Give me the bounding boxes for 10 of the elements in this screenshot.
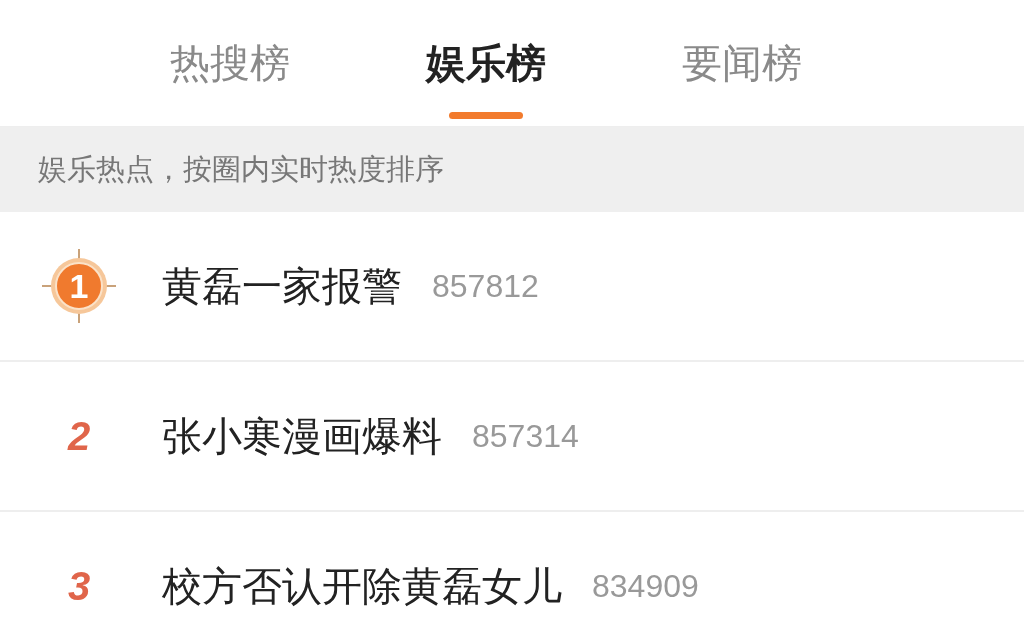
tab[interactable]: 娱乐榜 <box>426 38 546 126</box>
heat-count: 834909 <box>592 567 699 605</box>
notice-text: 娱乐热点，按圈内实时热度排序 <box>38 150 444 188</box>
topic-link[interactable]: 黄磊一家报警 <box>162 258 402 314</box>
topic-link[interactable]: 校方否认开除黄磊女儿 <box>162 558 562 614</box>
rank-number: 3 <box>67 563 91 609</box>
heat-count: 857812 <box>432 267 539 305</box>
heat-count: 857314 <box>472 417 579 455</box>
rank-number: 2 <box>67 413 91 459</box>
topic-link[interactable]: 张小寒漫画爆料 <box>162 408 442 464</box>
